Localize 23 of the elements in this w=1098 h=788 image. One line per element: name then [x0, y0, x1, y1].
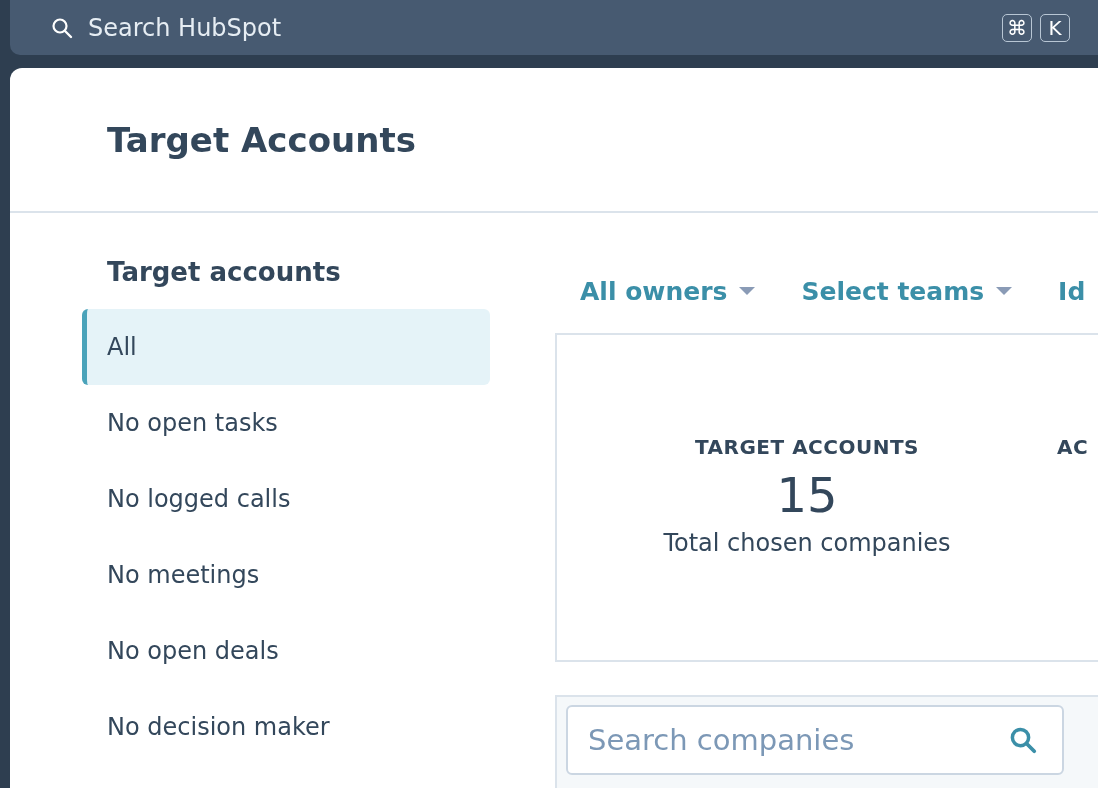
stat-caption: Total chosen companies	[663, 529, 951, 557]
search-icon	[1008, 725, 1038, 755]
filter-dropdown[interactable]: Select teams	[801, 275, 1013, 307]
stat-value: 15	[776, 467, 838, 523]
filter-dropdown[interactable]: Id	[1058, 275, 1086, 307]
search-icon	[50, 15, 74, 40]
global-search-field[interactable]: Search HubSpot	[88, 13, 388, 42]
stat-label: AC	[1057, 435, 1089, 459]
company-search-field[interactable]: Search companies	[566, 705, 1064, 775]
sidebar-heading: Target accounts	[106, 257, 342, 287]
filter-dropdown[interactable]: All owners	[580, 275, 756, 307]
caret-icon	[739, 287, 756, 295]
sidebar-item[interactable]: No logged calls	[82, 461, 490, 537]
sidebar-item[interactable]: All	[82, 309, 490, 385]
keyboard-key: K	[1040, 13, 1070, 42]
sidebar-item[interactable]: No open deals	[82, 613, 490, 689]
sidebar-item[interactable]: No open tasks	[82, 385, 490, 461]
page-title: Target Accounts	[107, 119, 416, 160]
stat-label: TARGET ACCOUNTS	[695, 435, 919, 459]
keyboard-key: ⌘	[1002, 13, 1032, 42]
sidebar-item[interactable]: No decision maker	[82, 689, 490, 765]
caret-icon	[996, 287, 1013, 295]
sidebar-item[interactable]: No meetings	[82, 537, 490, 613]
